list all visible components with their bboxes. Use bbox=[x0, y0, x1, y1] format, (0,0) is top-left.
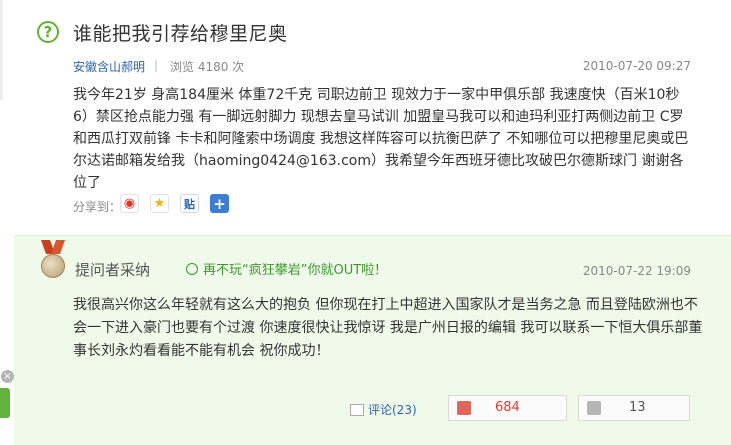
question-icon: ? bbox=[37, 21, 59, 43]
upvote-count: 684 bbox=[495, 400, 520, 415]
answer-timestamp: 2010-07-22 19:09 bbox=[582, 264, 691, 278]
question-timestamp: 2010-07-20 09:27 bbox=[582, 59, 691, 73]
comment-label: 评论(23) bbox=[368, 403, 417, 417]
comment-icon bbox=[350, 404, 364, 416]
promo-text: 再不玩“疯狂攀岩”你就OUT啦！ bbox=[203, 263, 388, 278]
tieba-icon[interactable]: 贴 bbox=[180, 194, 199, 213]
left-edge-divider bbox=[0, 0, 3, 100]
side-badge[interactable] bbox=[0, 388, 10, 418]
downvote-count: 13 bbox=[629, 400, 646, 415]
downvote-button[interactable]: 13 bbox=[578, 395, 690, 421]
qzone-icon[interactable]: ★ bbox=[150, 194, 169, 213]
more-share-icon[interactable]: + bbox=[210, 194, 229, 213]
promo-icon bbox=[186, 263, 198, 275]
view-count: 浏览 4180 次 bbox=[170, 60, 245, 74]
share-label: 分享到： bbox=[73, 200, 122, 214]
adopted-label: 提问者采纳 bbox=[75, 261, 151, 279]
weibo-icon[interactable]: ◉ bbox=[120, 194, 139, 213]
asker-link[interactable]: 安徽含山郝明 bbox=[73, 58, 145, 75]
promo-link[interactable]: 再不玩“疯狂攀岩”你就OUT啦！ bbox=[186, 259, 387, 278]
upvote-button[interactable]: 684 bbox=[448, 395, 567, 421]
comment-button[interactable]: 评论(23) bbox=[350, 401, 417, 418]
thumbs-down-icon bbox=[587, 401, 601, 415]
medal-icon bbox=[38, 240, 68, 280]
meta-separator: | bbox=[154, 58, 159, 72]
question-title: 谁能把我引荐给穆里尼奥 bbox=[73, 23, 288, 45]
answer-body: 我很高兴你这么年轻就有这么大的抱负 但你现在打上中超进入国家队才是当务之急 而且… bbox=[73, 297, 703, 359]
share-icons: ◉ ★ 贴 + bbox=[120, 194, 229, 213]
question-body: 我今年21岁 身高184厘米 体重72千克 司职边前卫 现效力于一家中甲俱乐部 … bbox=[73, 87, 689, 191]
thumbs-up-icon bbox=[457, 401, 471, 415]
close-icon[interactable]: × bbox=[1, 370, 14, 383]
